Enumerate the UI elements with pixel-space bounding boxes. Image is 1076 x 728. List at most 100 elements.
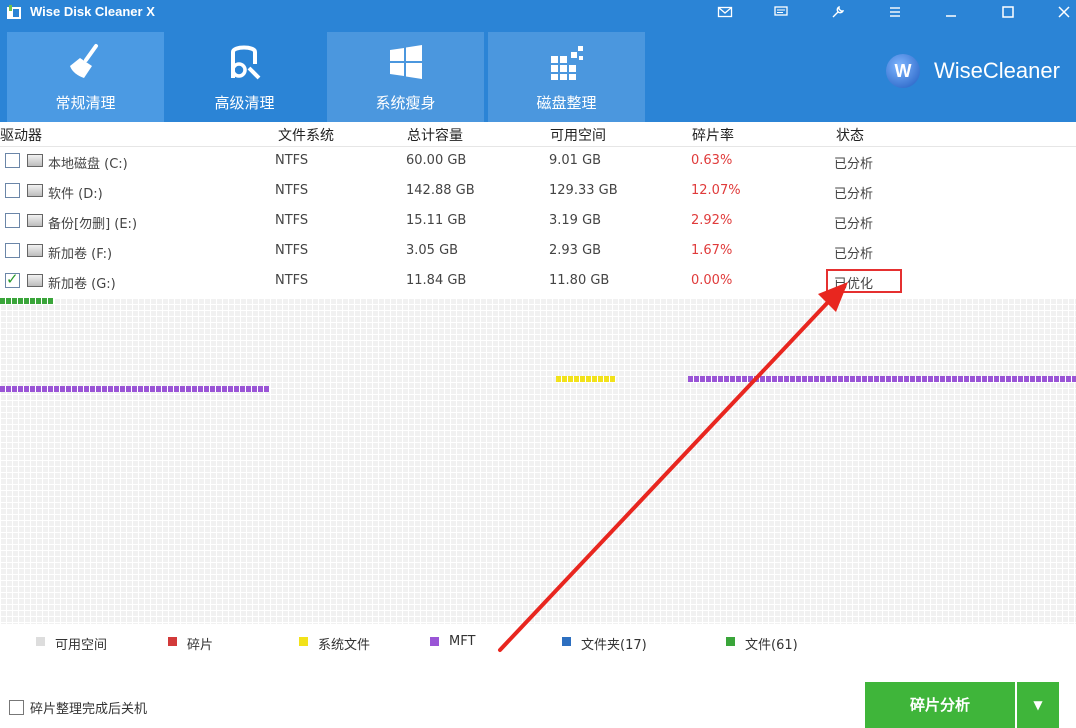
- footer: 碎片整理完成后关机 碎片分析 ▼: [0, 660, 1076, 728]
- drive-frag: 0.63%: [691, 153, 733, 168]
- col-total[interactable]: 总计容量: [407, 125, 463, 145]
- drive-total: 11.84 GB: [406, 273, 467, 288]
- table-row[interactable]: ✓ 新加卷 (G:) NTFS 11.84 GB 11.80 GB 0.00% …: [0, 266, 1076, 296]
- table-row[interactable]: 新加卷 (F:) NTFS 3.05 GB 2.93 GB 1.67% 已分析: [0, 236, 1076, 266]
- tab-defrag[interactable]: 磁盘整理: [488, 32, 645, 122]
- drive-fs: NTFS: [275, 183, 309, 198]
- drive-frag: 12.07%: [691, 183, 741, 198]
- drive-total: 15.11 GB: [406, 213, 467, 228]
- brand-text: WiseCleaner: [934, 58, 1060, 83]
- broom-icon: [69, 44, 98, 78]
- drive-total: 60.00 GB: [406, 153, 467, 168]
- legend-label: 可用空间: [55, 638, 108, 653]
- drive-fs: NTFS: [275, 153, 309, 168]
- legend-swatch: [168, 637, 177, 646]
- drive-checkbox[interactable]: [5, 213, 20, 228]
- status-highlight-box: [826, 269, 902, 293]
- minimize-icon[interactable]: [941, 2, 961, 22]
- drive-frag: 0.00%: [691, 273, 733, 288]
- drive-icon: [27, 214, 43, 227]
- shutdown-after-checkbox[interactable]: [9, 700, 24, 715]
- table-row[interactable]: 软件 (D:) NTFS 142.88 GB 129.33 GB 12.07% …: [0, 176, 1076, 206]
- drive-status: 已分析: [834, 187, 874, 202]
- table-row[interactable]: 备份[勿删] (E:) NTFS 15.11 GB 3.19 GB 2.92% …: [0, 206, 1076, 236]
- tools-icon[interactable]: [828, 2, 848, 22]
- tab-label: 常规清理: [55, 94, 116, 112]
- legend-label: MFT: [449, 634, 476, 649]
- drive-table: 本地磁盘 (C:) NTFS 60.00 GB 9.01 GB 0.63% 已分…: [0, 146, 1076, 296]
- disk-cluster-map: [0, 298, 1076, 624]
- drive-frag: 2.92%: [691, 213, 733, 228]
- tab-system-slim[interactable]: 系统瘦身: [327, 32, 484, 122]
- disk-clean-icon: [230, 45, 260, 80]
- tab-label: 系统瘦身: [375, 94, 436, 112]
- title-bar: Wise Disk Cleaner X: [0, 0, 1076, 26]
- drive-name: 本地磁盘 (C:): [48, 157, 128, 172]
- drive-icon: [27, 154, 43, 167]
- tab-advanced-clean[interactable]: 高级清理: [166, 32, 323, 122]
- window-title: Wise Disk Cleaner X: [30, 4, 155, 19]
- drive-fs: NTFS: [275, 243, 309, 258]
- legend-label: 文件夹(17): [581, 638, 647, 653]
- drive-status: 已分析: [834, 247, 874, 262]
- map-mft-segment: [688, 376, 1076, 382]
- legend-label: 系统文件: [318, 638, 371, 653]
- table-row[interactable]: 本地磁盘 (C:) NTFS 60.00 GB 9.01 GB 0.63% 已分…: [0, 146, 1076, 176]
- drive-name: 备份[勿删] (E:): [48, 217, 138, 232]
- legend-swatch: [36, 637, 45, 646]
- tab-label: 磁盘整理: [536, 94, 597, 112]
- drive-free: 9.01 GB: [549, 153, 602, 168]
- legend-swatch: [562, 637, 571, 646]
- caret-down-icon: ▼: [1033, 698, 1043, 712]
- legend-label: 碎片: [187, 638, 214, 653]
- drive-free: 129.33 GB: [549, 183, 618, 198]
- mail-icon[interactable]: [715, 2, 735, 22]
- drive-status: 已分析: [834, 157, 874, 172]
- header: Wise Disk Cleaner X 常规清理 高级清理 系统瘦身 磁盘整理 …: [0, 0, 1076, 122]
- col-free[interactable]: 可用空间: [550, 125, 606, 145]
- drive-icon: [27, 184, 43, 197]
- drive-checkbox[interactable]: [5, 243, 20, 258]
- col-drive[interactable]: 驱动器: [0, 125, 42, 145]
- drive-total: 142.88 GB: [406, 183, 475, 198]
- tab-regular-clean[interactable]: 常规清理: [7, 32, 164, 122]
- legend-swatch: [430, 637, 439, 646]
- brand-logo: W WiseCleaner: [886, 54, 1066, 90]
- drive-icon: [27, 244, 43, 257]
- col-status[interactable]: 状态: [836, 125, 864, 145]
- defrag-icon: [550, 46, 583, 80]
- drive-checkbox[interactable]: [5, 183, 20, 198]
- shutdown-after-label: 碎片整理完成后关机: [30, 702, 148, 717]
- drive-fs: NTFS: [275, 273, 309, 288]
- app-icon: [7, 5, 21, 19]
- analyze-dropdown-button[interactable]: ▼: [1017, 682, 1059, 728]
- menu-icon[interactable]: [885, 2, 905, 22]
- drive-table-header: 驱动器 文件系统 总计容量 可用空间 碎片率 状态: [0, 122, 1076, 147]
- drive-status: 已分析: [834, 217, 874, 232]
- map-mft-segment: [0, 386, 270, 392]
- drive-checkbox-checked[interactable]: ✓: [5, 270, 20, 288]
- windows-icon: [389, 45, 422, 79]
- drive-free: 11.80 GB: [549, 273, 610, 288]
- drive-name: 新加卷 (F:): [48, 247, 113, 262]
- drive-name: 新加卷 (G:): [48, 277, 116, 292]
- drive-checkbox[interactable]: [5, 153, 20, 168]
- tab-label: 高级清理: [214, 94, 275, 112]
- drive-fs: NTFS: [275, 213, 309, 228]
- legend-label: 文件(61): [745, 638, 798, 653]
- col-filesystem[interactable]: 文件系统: [278, 125, 334, 145]
- check-icon: ✓: [6, 270, 19, 288]
- wisecleaner-logo-icon: W: [886, 54, 920, 88]
- drive-icon: [27, 274, 43, 287]
- drive-free: 2.93 GB: [549, 243, 602, 258]
- chat-icon[interactable]: [771, 2, 791, 22]
- defrag-analyze-button[interactable]: 碎片分析: [865, 682, 1015, 728]
- legend-swatch: [726, 637, 735, 646]
- map-files-segment: [0, 298, 54, 304]
- close-icon[interactable]: [1054, 2, 1074, 22]
- maximize-icon[interactable]: [998, 2, 1018, 22]
- map-system-files-segment: [556, 376, 616, 382]
- col-frag[interactable]: 碎片率: [692, 125, 734, 145]
- drive-name: 软件 (D:): [48, 187, 103, 202]
- drive-free: 3.19 GB: [549, 213, 602, 228]
